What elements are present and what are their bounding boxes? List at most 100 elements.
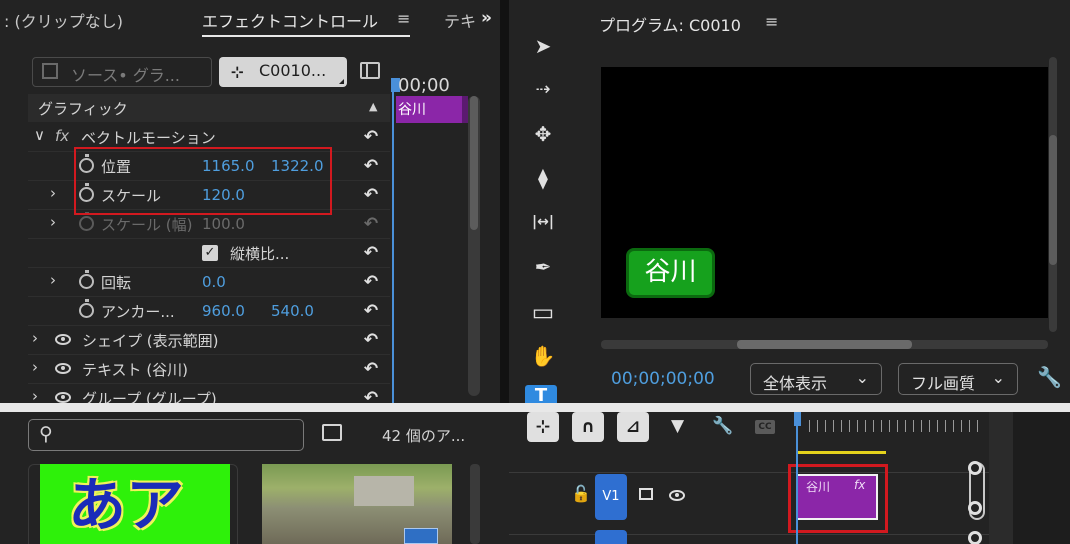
reset-icon[interactable]: ↶ xyxy=(359,156,383,176)
anchor-x-value[interactable]: 960.0 xyxy=(202,302,245,320)
layer-label: シェイプ (表示範囲) xyxy=(82,332,219,350)
reset-icon[interactable]: ↶ xyxy=(359,243,383,263)
chevron-right-icon[interactable]: › xyxy=(32,358,38,376)
reset-icon[interactable]: ↶ xyxy=(359,388,383,403)
mini-timeline-scroll-thumb[interactable] xyxy=(470,96,478,230)
chevron-right-icon[interactable]: › xyxy=(50,184,56,202)
eye-icon[interactable] xyxy=(55,334,71,345)
toggle-timeline-view-icon[interactable] xyxy=(360,62,380,79)
stopwatch-icon[interactable] xyxy=(79,270,94,289)
layer-row-shape[interactable]: › シェイプ (表示範囲) ↶ xyxy=(28,326,390,355)
chevron-right-icon[interactable]: › xyxy=(32,387,38,403)
layer-label: グループ (グループ) xyxy=(82,390,217,403)
linked-selection-icon[interactable]: ⊿ xyxy=(617,412,649,442)
stopwatch-icon xyxy=(79,212,94,231)
chevron-right-icon[interactable]: › xyxy=(50,271,56,289)
playback-resolution-label: フル画質 xyxy=(911,374,976,393)
property-label: 回転 xyxy=(101,274,132,292)
track-target-v1[interactable]: V1 xyxy=(595,474,627,520)
project-thumbnail-graphic[interactable]: あア xyxy=(40,464,230,544)
razor-tool-icon[interactable]: ⧫ xyxy=(528,164,558,192)
insert-sequence-nest-icon[interactable]: ⊹ xyxy=(527,412,559,442)
find-icon[interactable] xyxy=(322,424,342,441)
scale-width-value: 100.0 xyxy=(202,215,245,233)
time-ruler[interactable] xyxy=(809,420,985,432)
monitor-vertical-scroll-thumb[interactable] xyxy=(1049,135,1057,265)
panel-menu-icon[interactable]: ≡ xyxy=(765,12,778,31)
layer-row-text[interactable]: › テキスト (谷川) ↶ xyxy=(28,355,390,384)
property-label: アンカー... xyxy=(101,303,175,321)
panel-divider[interactable] xyxy=(500,0,509,403)
playhead-handle[interactable] xyxy=(794,412,801,426)
monitor-horizontal-scroll-thumb[interactable] xyxy=(737,340,912,349)
add-marker-icon[interactable]: ▼ xyxy=(671,416,684,436)
pen-tool-icon[interactable]: ✒ xyxy=(528,253,558,281)
scroll-handle-bottom[interactable] xyxy=(968,501,982,515)
reset-icon[interactable]: ↶ xyxy=(359,359,383,379)
source-selector-label: ソース• グラ... xyxy=(71,66,180,85)
track-lock-icon[interactable]: 🔓 xyxy=(571,484,591,503)
mini-clip-label: 谷川 xyxy=(398,102,426,118)
fx-badge[interactable]: fx xyxy=(55,127,69,145)
chevron-right-icon[interactable]: › xyxy=(50,213,56,231)
reset-icon[interactable]: ↶ xyxy=(359,272,383,292)
wrench-icon[interactable]: 🔧 xyxy=(712,416,733,436)
reset-icon[interactable]: ↶ xyxy=(359,185,383,205)
hand-tool-icon[interactable]: ✋ xyxy=(528,342,558,370)
tab-text[interactable]: テキ xyxy=(444,8,476,32)
horizontal-panel-divider[interactable] xyxy=(0,403,1070,412)
search-input[interactable]: ⚲ xyxy=(28,419,304,451)
project-thumbnail-video[interactable] xyxy=(262,464,452,544)
collapse-icon[interactable]: ▲ xyxy=(369,100,377,113)
ripple-edit-tool-icon[interactable]: ✥ xyxy=(528,120,558,148)
slip-tool-icon[interactable]: |↔| xyxy=(528,208,558,236)
mini-playhead[interactable] xyxy=(392,78,394,403)
reset-icon[interactable]: ↶ xyxy=(359,127,383,147)
zoom-level-dropdown[interactable]: 全体表示 ⌄ xyxy=(750,363,882,395)
chevron-down-icon[interactable]: ∨ xyxy=(34,126,45,144)
tab-overflow-icon[interactable]: » xyxy=(481,8,492,28)
uniform-scale-checkbox[interactable]: ✓ xyxy=(202,245,218,261)
item-count: 42 個のア... xyxy=(382,427,466,445)
mini-timeline-clip[interactable]: 谷川 xyxy=(396,96,468,123)
project-scrollbar[interactable] xyxy=(470,464,480,544)
dropdown-corner-icon xyxy=(339,79,344,84)
track-select-tool-icon[interactable]: ⇢ xyxy=(528,76,558,104)
playhead[interactable] xyxy=(796,412,798,544)
property-row-anchor: アンカー... 960.0 540.0 ↶ xyxy=(28,297,390,326)
snap-icon[interactable]: ∩ xyxy=(572,412,604,442)
playhead-timecode[interactable]: 00;00;00;00 xyxy=(611,369,715,389)
clip-selector-label: C0010... xyxy=(259,61,327,80)
program-monitor-title[interactable]: プログラム: C0010 xyxy=(599,12,741,36)
scroll-handle-top[interactable] xyxy=(968,461,982,475)
chevron-right-icon[interactable]: › xyxy=(32,329,38,347)
reset-icon[interactable]: ↶ xyxy=(359,301,383,321)
layer-row-group[interactable]: › グループ (グループ) ↶ xyxy=(28,384,390,403)
clip-selector[interactable]: ⊹ C0010... xyxy=(219,57,347,87)
anchor-y-value[interactable]: 540.0 xyxy=(271,302,314,320)
stopwatch-icon[interactable] xyxy=(79,299,94,318)
playback-resolution-dropdown[interactable]: フル画質 ⌄ xyxy=(898,363,1018,395)
reset-icon[interactable]: ↶ xyxy=(359,330,383,350)
captions-icon[interactable]: CC xyxy=(755,420,775,434)
graphic-section-header[interactable]: グラフィック ▲ xyxy=(28,94,390,122)
eye-icon[interactable] xyxy=(55,363,71,374)
overlay-title-text[interactable]: 谷川 xyxy=(626,248,715,298)
track-eye-icon[interactable] xyxy=(669,490,685,501)
selection-tool-icon[interactable]: ➤ xyxy=(528,32,558,60)
active-tab-underline xyxy=(202,35,410,37)
highlight-box xyxy=(788,464,888,533)
timeline-panel: ⊹ ∩ ⊿ ▼ 🔧 CC 🔓 V1 谷川 fx xyxy=(509,412,1070,544)
track-target-v2[interactable] xyxy=(595,530,627,544)
rotation-value[interactable]: 0.0 xyxy=(202,273,226,291)
rectangle-tool-icon[interactable]: ▭ xyxy=(528,298,558,326)
scroll-handle-next[interactable] xyxy=(968,531,982,544)
work-area-bar[interactable] xyxy=(796,451,886,454)
sync-lock-icon[interactable] xyxy=(639,488,653,500)
source-selector[interactable]: ソース• グラ... xyxy=(32,57,212,87)
tab-audio-clip-mixer[interactable]: : (クリップなし) xyxy=(4,8,123,32)
panel-menu-icon[interactable]: ≡ xyxy=(397,9,410,28)
tab-effect-controls[interactable]: エフェクトコントロール xyxy=(202,8,378,32)
eye-icon[interactable] xyxy=(55,392,71,403)
wrench-icon[interactable]: 🔧 xyxy=(1037,365,1062,389)
